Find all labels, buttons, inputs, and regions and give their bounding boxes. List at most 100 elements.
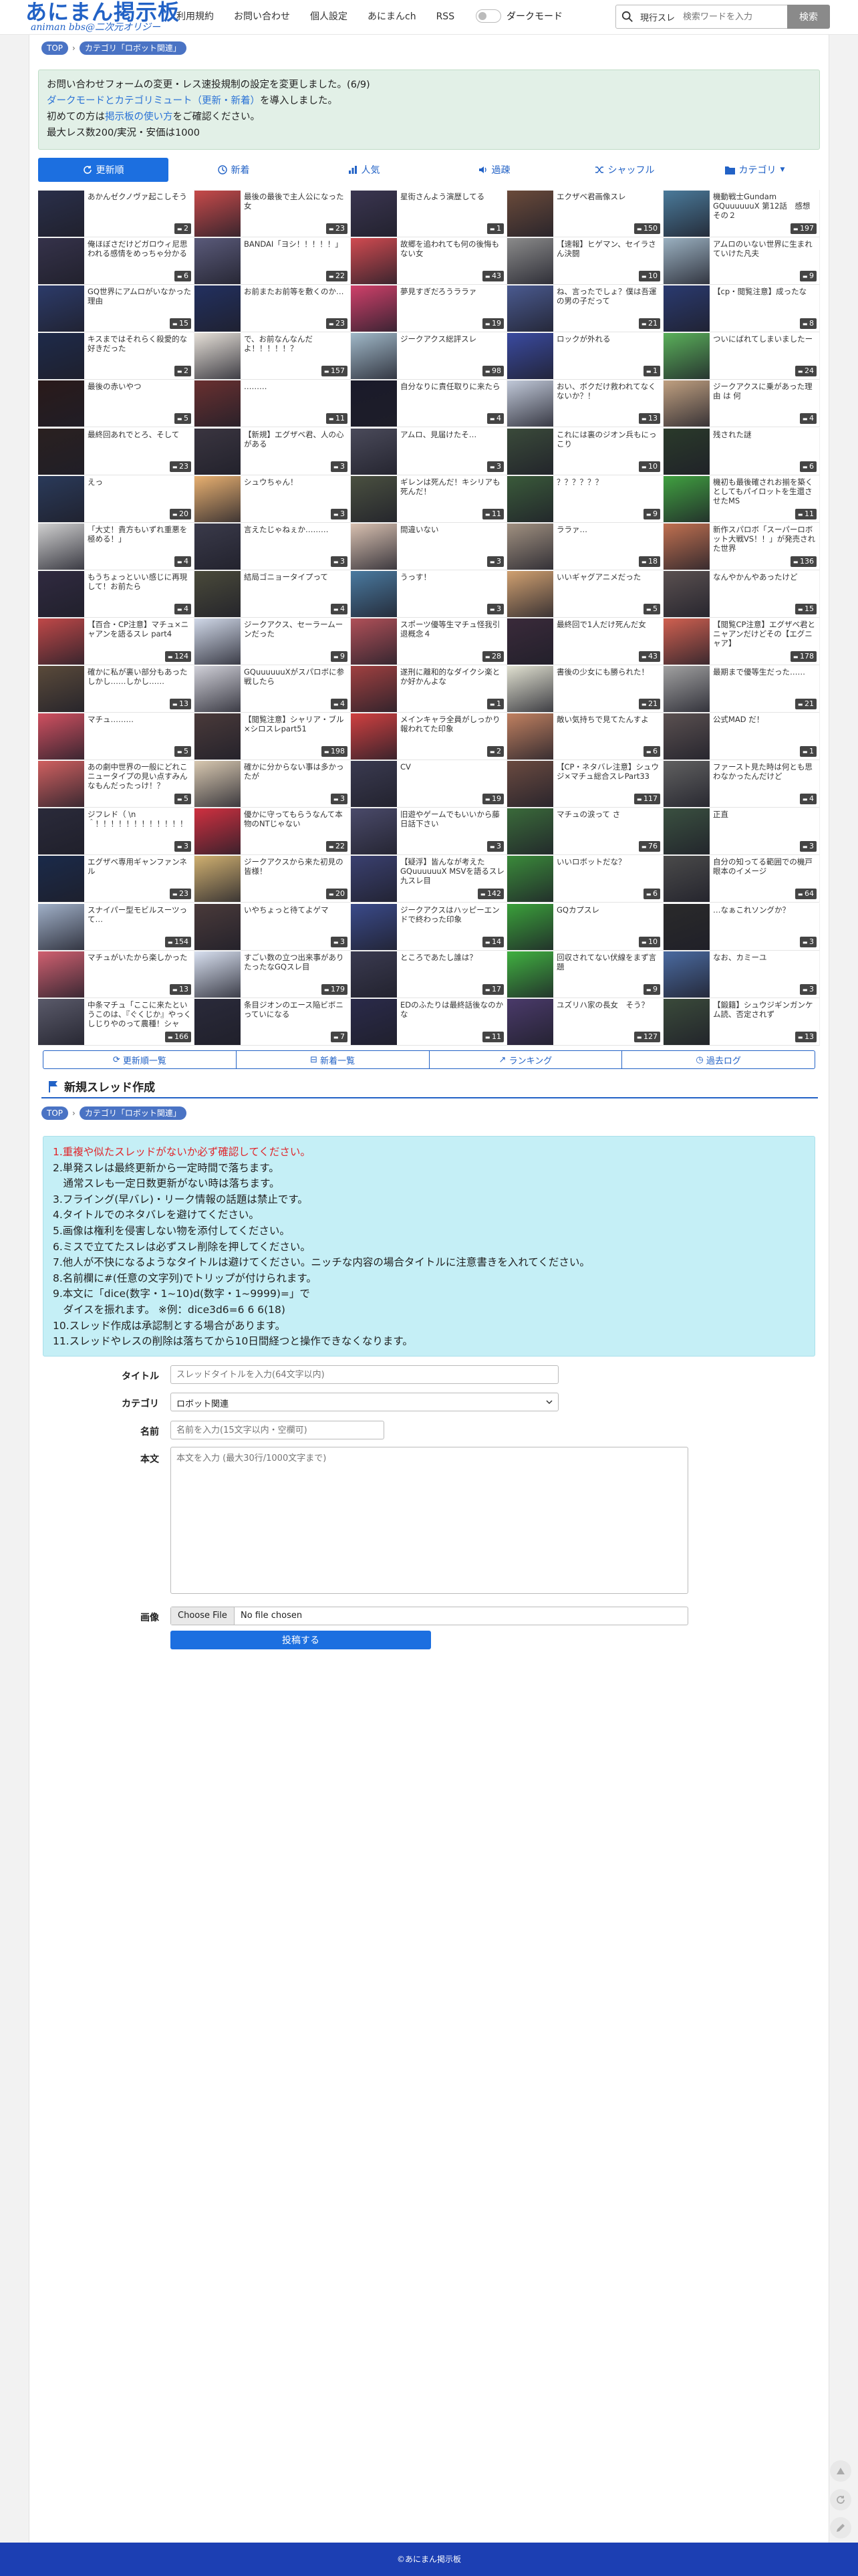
- thread-item[interactable]: ジフレド（ \n＾！！！！！！！！！！！！ ▬ 3: [38, 808, 194, 856]
- thread-item[interactable]: 最後の赤いやつ ▬ 5: [38, 380, 194, 428]
- thread-item[interactable]: 【新規】エグザベ君、人の心がある ▬ 3: [194, 427, 351, 475]
- thread-item[interactable]: いいロボットだな？ ▬ 6: [507, 855, 664, 903]
- thread-item[interactable]: 結局ゴニョータイプって ▬ 4: [194, 570, 351, 618]
- thread-item[interactable]: おい、ボクだけ救われてなくないか？！ ▬ 13: [507, 380, 664, 428]
- thread-item[interactable]: 書後の少女にも勝られた！ ▬ 21: [507, 665, 664, 713]
- scroll-top-button[interactable]: [830, 2460, 851, 2482]
- thread-item[interactable]: エグザベ専用ギャンファンネル ▬ 23: [38, 855, 194, 903]
- dark-mode-toggle[interactable]: [476, 9, 501, 23]
- category-select[interactable]: ロボット関連: [170, 1393, 559, 1411]
- thread-item[interactable]: うっす！ ▬ 3: [351, 570, 507, 618]
- thread-item[interactable]: あの劇中世界の一般にどれこニュータイプの見い点すみんなもんだったっけ！？ ▬ 5: [38, 760, 194, 808]
- thread-item[interactable]: 新作スパロボ「スーパーロボット大戦VS！！」が発売された世界 ▬ 136: [664, 522, 820, 570]
- thread-item[interactable]: スポーツ優等生マチュ怪我引退概念４ ▬ 28: [351, 617, 507, 665]
- thread-item[interactable]: 条目ジオンのエース陥ビボニっていになる ▬ 7: [194, 998, 351, 1046]
- thread-item[interactable]: …なぁこれソングか？ ▬ 3: [664, 903, 820, 951]
- tab-new[interactable]: 新着: [168, 158, 299, 182]
- thread-item[interactable]: 【疑浮】皆んなが考えたGQuuuuuuX MSVを語るスレ九スレ目 ▬ 142: [351, 855, 507, 903]
- thread-item[interactable]: アムロ、見届けたそ… ▬ 3: [351, 427, 507, 475]
- thread-item[interactable]: 間違いない ▬ 3: [351, 522, 507, 570]
- breadcrumb-category[interactable]: カテゴリ「ロボット関連」: [79, 1106, 186, 1120]
- subnav-archive[interactable]: ◷ 過去ログ: [622, 1051, 815, 1068]
- thread-item[interactable]: 【閲覧CP注意】エグザベ君とニャアンだけどその【エグニャア】 ▬ 178: [664, 617, 820, 665]
- thread-item[interactable]: で、お前なんなんだよ！！！！！？ ▬ 157: [194, 332, 351, 380]
- choose-file-button[interactable]: Choose File: [171, 1607, 235, 1625]
- thread-item[interactable]: 最期まで優等生だった…… ▬ 21: [664, 665, 820, 713]
- thread-item[interactable]: もうちょっといい感じに再現して！お前たら ▬ 4: [38, 570, 194, 618]
- thread-item[interactable]: ギレンは死んだ！キシリアも死んだ！ ▬ 11: [351, 475, 507, 523]
- thread-item[interactable]: 俺ほぼさだけどガロウィ尼思われる感情をめっちゃ分かる ▬ 6: [38, 237, 194, 285]
- thread-item[interactable]: ついにばれてしまいましたー ▬ 24: [664, 332, 820, 380]
- thread-item[interactable]: 正直 ▬ 3: [664, 808, 820, 856]
- thread-item[interactable]: 【百合・CP注意】マチュ×ニャアンを語るスレ part4 ▬ 124: [38, 617, 194, 665]
- thread-item[interactable]: マチュの涙って さ ▬ 76: [507, 808, 664, 856]
- thread-item[interactable]: EDのふたりは最終話後なのかな ▬ 11: [351, 998, 507, 1046]
- thread-item[interactable]: 敵い気持ちで見てたんすよ ▬ 6: [507, 713, 664, 761]
- thread-item[interactable]: 遂刑に離和的なダイクシ楽とか好かんよな ▬ 1: [351, 665, 507, 713]
- thread-item[interactable]: なお、カミーユ ▬ 3: [664, 950, 820, 998]
- thread-item[interactable]: マチュがいたから楽しかった ▬ 13: [38, 950, 194, 998]
- thread-item[interactable]: なんやかんやあったけど ▬ 15: [664, 570, 820, 618]
- thread-item[interactable]: いやちょっと待てよゲマ ▬ 3: [194, 903, 351, 951]
- tab-category[interactable]: カテゴリ ▼: [690, 158, 820, 182]
- thread-item[interactable]: 中条マチュ「ここに来たというこのは、『ぐくじか』やっくしじりやのって農種！シャア…: [38, 998, 194, 1046]
- title-input[interactable]: [170, 1365, 559, 1384]
- thread-item[interactable]: ジークアクスはハッピーエンドで終わった印象 ▬ 14: [351, 903, 507, 951]
- subnav-updated-list[interactable]: ⟳ 更新順一覧: [43, 1051, 237, 1068]
- thread-item[interactable]: キスまではそれらく殺愛的な好きだった ▬ 2: [38, 332, 194, 380]
- thread-item[interactable]: ジークアクスに乗があった理由 は 何 ▬ 4: [664, 380, 820, 428]
- thread-item[interactable]: 【cp・閲覧注意】成ったな ▬ 8: [664, 285, 820, 333]
- thread-item[interactable]: ジークアクス総評スレ ▬ 98: [351, 332, 507, 380]
- thread-item[interactable]: お前またお前等を敷くのか… ▬ 23: [194, 285, 351, 333]
- thread-item[interactable]: いいギャグアニメだった ▬ 5: [507, 570, 664, 618]
- thread-item[interactable]: 残された謎 ▬ 6: [664, 427, 820, 475]
- thread-item[interactable]: 優かに守ってもらうなんて本物のNTじゃない ▬ 22: [194, 808, 351, 856]
- submit-button[interactable]: 投稿する: [170, 1631, 431, 1649]
- nav-terms[interactable]: 利用規約: [176, 9, 214, 24]
- thread-item[interactable]: ジークアクス、セーラームーンだった ▬ 9: [194, 617, 351, 665]
- thread-item[interactable]: 最終回で1人だけ死んだ女 ▬ 43: [507, 617, 664, 665]
- thread-item[interactable]: 【鍛籍】シュウジギンガンケム読、否定されず ▬ 13: [664, 998, 820, 1046]
- thread-item[interactable]: ところであたし誰は？ ▬ 17: [351, 950, 507, 998]
- tab-updated[interactable]: 更新順: [38, 158, 168, 182]
- site-logo[interactable]: あにまん掲示板 animan bbs@二次元オリジー: [25, 0, 180, 32]
- nav-rss[interactable]: RSS: [436, 9, 455, 24]
- thread-item[interactable]: ……… ▬ 11: [194, 380, 351, 428]
- thread-item[interactable]: 最終回あれでとろ、そして ▬ 23: [38, 427, 194, 475]
- thread-item[interactable]: CV ▬ 19: [351, 760, 507, 808]
- search-filter-select[interactable]: 現行スレ: [640, 11, 675, 23]
- thread-item[interactable]: 【速報】ヒゲマン、セイラさん決闘 ▬ 10: [507, 237, 664, 285]
- thread-item[interactable]: 自分の知ってる範囲での機戸眼本のイメージ ▬ 64: [664, 855, 820, 903]
- reload-button[interactable]: [830, 2489, 851, 2510]
- subnav-ranking[interactable]: ↗ ランキング: [430, 1051, 623, 1068]
- thread-item[interactable]: BANDAI「ヨシ！！！！！」 ▬ 22: [194, 237, 351, 285]
- tab-sparse[interactable]: 過疎: [429, 158, 559, 182]
- thread-item[interactable]: あかんゼクノヴァ起こしそう ▬ 2: [38, 190, 194, 237]
- thread-item[interactable]: 夢見すぎだろうララァ ▬ 19: [351, 285, 507, 333]
- thread-item[interactable]: ？？？？？？ ▬ 9: [507, 475, 664, 523]
- thread-item[interactable]: 星街さんよう演歴してる ▬ 1: [351, 190, 507, 237]
- thread-item[interactable]: 【CP・ネタバレ注意】シュウジ×マチュ総合スレPart33 ▬ 117: [507, 760, 664, 808]
- thread-item[interactable]: すごい数の立つ出来事がありたったなGQスレ目 ▬ 179: [194, 950, 351, 998]
- thread-item[interactable]: マチュ……… ▬ 5: [38, 713, 194, 761]
- breadcrumb-category[interactable]: カテゴリ「ロボット関連」: [79, 41, 186, 55]
- thread-item[interactable]: GQカプスレ ▬ 10: [507, 903, 664, 951]
- thread-item[interactable]: GQ世界にアムロがいなかった理由 ▬ 15: [38, 285, 194, 333]
- thread-item[interactable]: 回収されてない伏線をまず言題 ▬ 9: [507, 950, 664, 998]
- thread-item[interactable]: ララァ… ▬ 18: [507, 522, 664, 570]
- notice-darkmode-link[interactable]: ダークモードとカテゴリミュート（更新・新着）: [47, 96, 260, 106]
- nav-contact[interactable]: お問い合わせ: [234, 9, 290, 24]
- breadcrumb-top[interactable]: TOP: [41, 1106, 69, 1120]
- body-textarea[interactable]: [170, 1447, 688, 1594]
- thread-item[interactable]: スナイパー型モビルスーツって… ▬ 154: [38, 903, 194, 951]
- thread-item[interactable]: エクザベ君画像スレ ▬ 150: [507, 190, 664, 237]
- thread-item[interactable]: えっ ▬ 20: [38, 475, 194, 523]
- search-button[interactable]: 検索: [787, 5, 830, 29]
- thread-item[interactable]: メインキャラ全員がしっかり報われてた印象 ▬ 2: [351, 713, 507, 761]
- thread-item[interactable]: ね、言ったでしょ？僕は吾運の男の子だって ▬ 21: [507, 285, 664, 333]
- notice-howto-link[interactable]: 掲示板の使い方: [105, 112, 173, 122]
- thread-item[interactable]: 確かに私が裏い部分もあったしかし……しかし…… ▬ 13: [38, 665, 194, 713]
- thread-item[interactable]: 自分なりに責任取りに来たら ▬ 4: [351, 380, 507, 428]
- thread-item[interactable]: 機初も最後確されお揃を築くとしてもパイロットを生還させたMS ▬ 11: [664, 475, 820, 523]
- search-input[interactable]: [683, 8, 786, 25]
